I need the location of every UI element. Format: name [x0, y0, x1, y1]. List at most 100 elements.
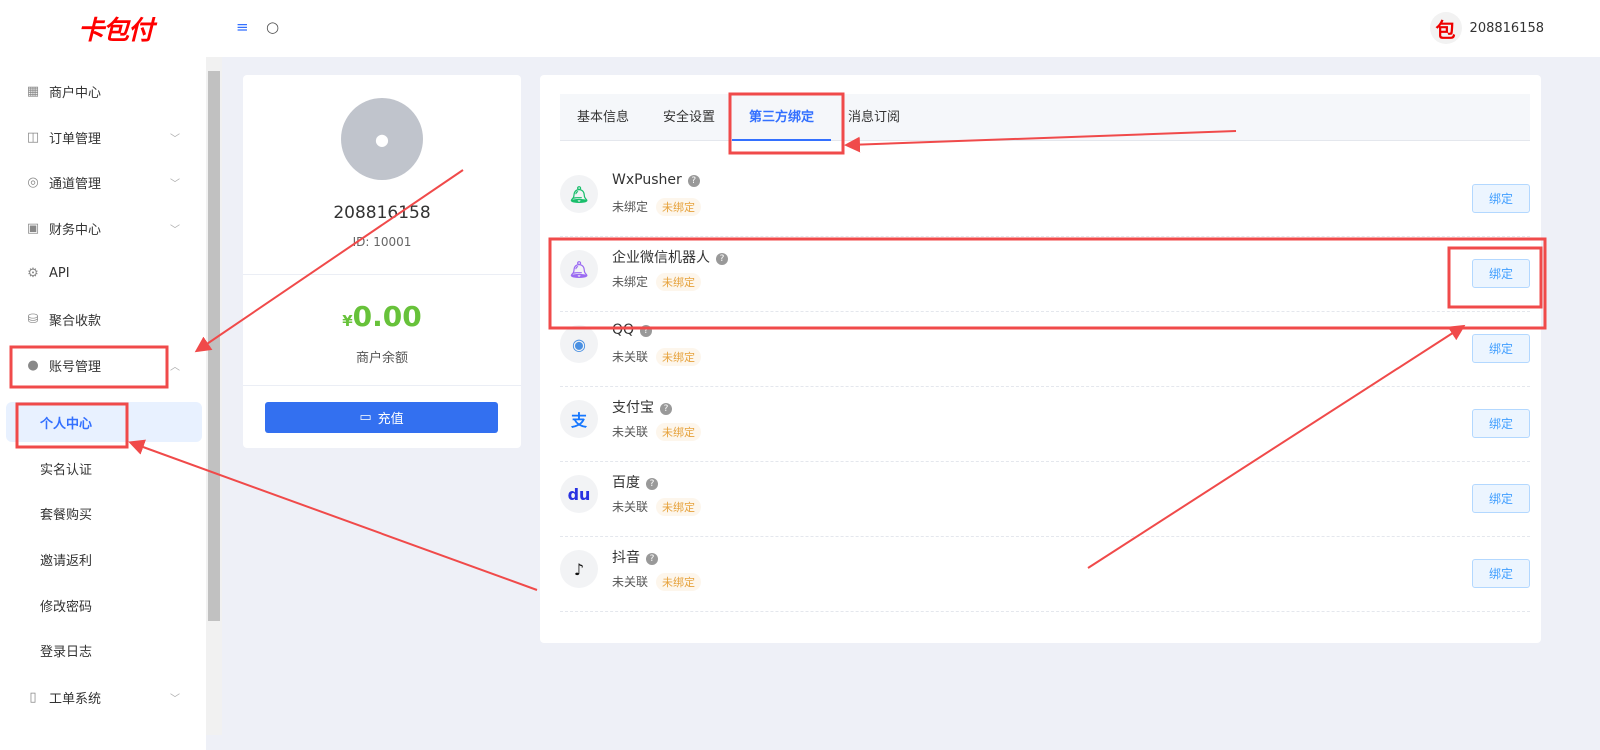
status-badge: 未绑定: [656, 198, 702, 216]
sidebar-item-merchant-center[interactable]: ▦ 商户中心: [0, 71, 206, 111]
bind-button[interactable]: 绑定: [1472, 259, 1530, 288]
sidebar-subitem-invite[interactable]: 邀请返利: [0, 539, 206, 579]
settings-card: 基本信息 安全设置 第三方绑定 消息订阅 🔔︎ WxPusher? 未绑定 未绑定…: [540, 75, 1541, 643]
balance-label: 商户余额: [355, 351, 408, 366]
tab-bar: 基本信息 安全设置 第三方绑定 消息订阅: [560, 94, 1530, 141]
status-badge: 未绑定: [656, 273, 702, 291]
bind-button[interactable]: 绑定: [1472, 409, 1530, 438]
binding-name-text: WxPusher: [612, 172, 682, 188]
chip-icon: ⚙: [27, 265, 39, 281]
scrollbar-thumb[interactable]: [208, 71, 220, 621]
sidebar-scrollbar[interactable]: [206, 57, 222, 735]
binding-name: 抖音?: [612, 547, 658, 567]
sidebar-subitem-login-log[interactable]: 登录日志: [0, 630, 206, 670]
avatar: 包: [1429, 12, 1462, 44]
binding-status-text: 未绑定: [612, 275, 649, 289]
wallet-icon: ▭: [359, 410, 372, 425]
help-icon[interactable]: ?: [646, 478, 658, 490]
binding-status: 未绑定 未绑定: [612, 273, 702, 291]
sidebar-item-label: 工单系统: [49, 691, 102, 707]
balance-amount: ¥0.00: [243, 300, 521, 333]
sidebar-item-orders[interactable]: ◫ 订单管理 ﹀: [0, 117, 206, 157]
binding-row: ◉ QQ? 未关联 未绑定 绑定: [560, 312, 1530, 387]
binding-status-text: 未关联: [612, 425, 649, 439]
coins-icon: ⛁: [27, 311, 39, 327]
sidebar-subitem-profile[interactable]: 个人中心: [6, 402, 202, 442]
currency-symbol: ¥: [342, 312, 353, 330]
help-icon[interactable]: ?: [716, 253, 728, 265]
sidebar-item-label: 财务中心: [49, 222, 102, 238]
book-icon: ▯: [29, 689, 37, 705]
help-icon[interactable]: ?: [660, 403, 672, 415]
divider: [243, 385, 521, 386]
sidebar-subitem-verification[interactable]: 实名认证: [0, 448, 206, 488]
menu-icon[interactable]: ≡: [236, 18, 249, 36]
binding-status-text: 未关联: [612, 500, 649, 514]
bind-button[interactable]: 绑定: [1472, 334, 1530, 363]
status-badge: 未绑定: [656, 348, 702, 366]
binding-status: 未绑定 未绑定: [612, 198, 702, 216]
wallet-icon: ▣: [26, 220, 40, 236]
help-icon[interactable]: ?: [640, 325, 653, 337]
binding-name-text: 企业微信机器人: [612, 250, 710, 266]
chevron-down-icon: ﹀: [170, 133, 180, 145]
sidebar-item-tickets[interactable]: ▯ 工单系统 ﹀: [0, 677, 206, 717]
bell-icon: 🔔︎: [560, 175, 598, 213]
profile-card: ● 208816158 ID: 10001 ¥0.00 商户余额 ▭ 充值: [243, 75, 521, 448]
binding-name-text: 抖音: [612, 550, 640, 566]
sidebar-item-label: 聚合收款: [49, 313, 102, 329]
binding-status-text: 未关联: [612, 575, 649, 589]
user-menu[interactable]: 包 208816158: [1429, 12, 1544, 44]
binding-status-text: 未关联: [612, 350, 649, 364]
chevron-down-icon: ﹀: [170, 224, 180, 236]
binding-row: du 百度? 未关联 未绑定 绑定: [560, 462, 1530, 537]
sidebar-item-finance[interactable]: ▣ 财务中心 ﹀: [0, 208, 206, 248]
recharge-button[interactable]: ▭ 充值: [265, 402, 498, 433]
help-icon[interactable]: ?: [687, 175, 700, 187]
sidebar-subitem-password[interactable]: 修改密码: [0, 585, 206, 625]
alipay-icon: 支: [560, 400, 598, 438]
tiktok-icon: ♪: [560, 550, 598, 588]
user-avatar-icon: ●: [341, 98, 423, 180]
profile-id: ID: 10001: [352, 235, 412, 249]
binding-status: 未关联 未绑定: [612, 423, 702, 441]
logo: 卡包付: [78, 16, 154, 46]
binding-row: ♪ 抖音? 未关联 未绑定 绑定: [560, 537, 1530, 612]
binding-name-text: QQ: [612, 322, 635, 338]
chevron-down-icon: ﹀: [170, 178, 180, 190]
binding-status: 未关联 未绑定: [612, 498, 702, 516]
help-icon[interactable]: ?: [646, 553, 658, 565]
sidebar-subitem-plans[interactable]: 套餐购买: [0, 493, 206, 533]
sidebar-item-aggregate[interactable]: ⛁ 聚合收款: [0, 299, 206, 339]
status-badge: 未绑定: [656, 573, 702, 591]
user-icon: ●: [27, 357, 39, 373]
bind-button[interactable]: 绑定: [1472, 484, 1530, 513]
bind-button[interactable]: 绑定: [1472, 184, 1530, 213]
grid-icon: ▦: [26, 83, 40, 99]
sidebar-item-label: 订单管理: [49, 131, 102, 147]
sidebar-item-channels[interactable]: ◎ 通道管理 ﹀: [0, 162, 206, 202]
bind-button[interactable]: 绑定: [1472, 559, 1530, 588]
sidebar: ▦ 商户中心 ◫ 订单管理 ﹀ ◎ 通道管理 ﹀ ▣ 财务中心 ﹀ ⚙ API ⛁ 聚合收款 ● 账…: [0, 57, 206, 750]
username: 208816158: [1469, 20, 1544, 36]
binding-row: 🔔︎ 企业微信机器人? 未绑定 未绑定 绑定: [560, 237, 1530, 312]
search-icon[interactable]: ○: [266, 18, 279, 36]
binding-row: 🔔︎ WxPusher? 未绑定 未绑定 绑定: [560, 162, 1530, 237]
binding-name: WxPusher?: [612, 172, 700, 188]
binding-name: 企业微信机器人?: [612, 247, 728, 267]
bell-icon: 🔔︎: [560, 250, 598, 288]
binding-status-text: 未绑定: [612, 200, 649, 214]
tab-third-party[interactable]: 第三方绑定: [732, 94, 832, 141]
tab-subscriptions[interactable]: 消息订阅: [831, 94, 917, 141]
tab-security[interactable]: 安全设置: [646, 94, 732, 141]
tab-basic-info[interactable]: 基本信息: [560, 94, 646, 141]
binding-row: 支 支付宝? 未关联 未绑定 绑定: [560, 387, 1530, 462]
sidebar-item-account[interactable]: ● 账号管理 ︿: [0, 345, 206, 385]
ring-icon: ◎: [27, 174, 39, 190]
recharge-label: 充值: [377, 412, 404, 427]
divider: [243, 274, 521, 275]
binding-name: QQ?: [612, 322, 653, 338]
sidebar-item-api[interactable]: ⚙ API: [0, 253, 206, 293]
binding-status: 未关联 未绑定: [612, 573, 702, 591]
qq-icon: ◉: [560, 325, 598, 363]
